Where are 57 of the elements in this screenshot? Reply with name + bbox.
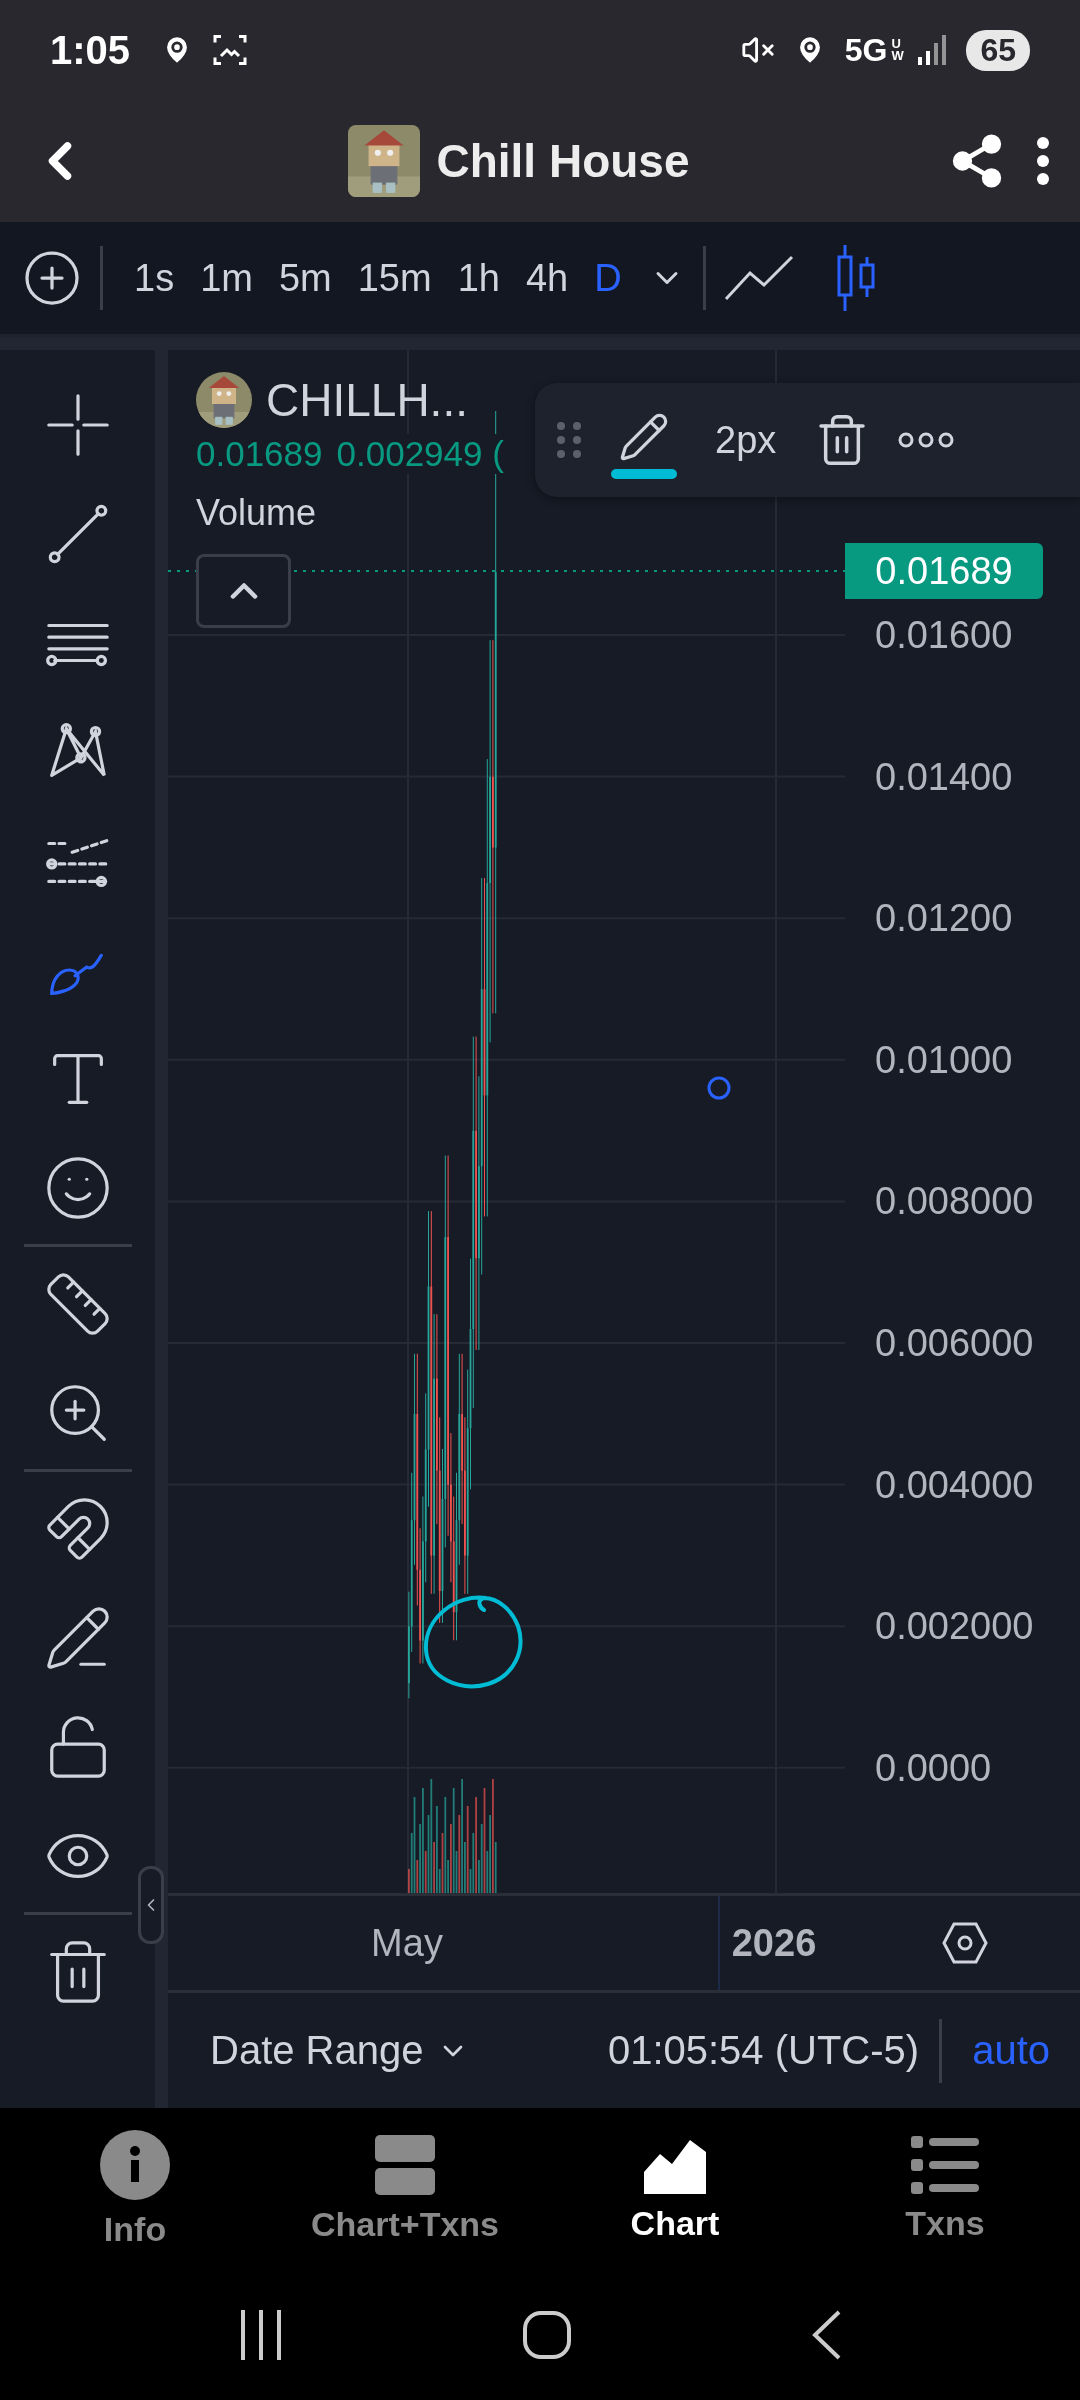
- timeframe-tab[interactable]: 1m: [187, 256, 266, 300]
- timeframe-tab[interactable]: 15m: [344, 256, 445, 300]
- token-title: Chill House: [436, 134, 690, 188]
- recent-apps-icon[interactable]: [239, 2310, 284, 2360]
- list-icon: [911, 2135, 979, 2194]
- more-options-button[interactable]: [898, 432, 955, 448]
- price-axis-label: 0.0000: [875, 1746, 992, 1790]
- timeframe-tab[interactable]: 1h: [444, 256, 513, 300]
- price-axis-label: 0.01600: [875, 613, 1013, 657]
- drag-handle-icon: [555, 420, 583, 460]
- collapse-legend-button[interactable]: [196, 554, 291, 628]
- home-icon[interactable]: [522, 2310, 572, 2360]
- collapse-sidebar-handle[interactable]: [138, 1866, 164, 1944]
- more-icon: [1036, 136, 1050, 186]
- nav-tab[interactable]: Info: [0, 2108, 270, 2270]
- more-button[interactable]: [1036, 136, 1050, 186]
- chart-type-button[interactable]: [723, 253, 794, 303]
- timeframe-tab[interactable]: 5m: [265, 256, 345, 300]
- clock-label: 01:05:54 (UTC-5): [607, 2028, 920, 2073]
- battery-level: 65: [966, 29, 1030, 71]
- signal-icon: [918, 35, 949, 65]
- more-icon: [898, 432, 955, 448]
- line-chart-icon: [723, 253, 794, 303]
- status-time: 1:05: [50, 27, 131, 73]
- date-range-dropdown[interactable]: Date Range: [210, 2028, 470, 2073]
- legend-value: 0.002949 (: [336, 434, 504, 474]
- split-view-icon: [375, 2134, 435, 2195]
- back-icon[interactable]: [810, 2310, 841, 2360]
- network-type: 5G: [844, 31, 888, 69]
- price-axis-label: 0.004000: [875, 1463, 1034, 1507]
- price-axis-label: 0.008000: [875, 1179, 1034, 1223]
- timeframe-tab[interactable]: 1s: [121, 256, 188, 300]
- plus-icon: [22, 248, 82, 308]
- auto-scale-button[interactable]: auto: [962, 2028, 1060, 2073]
- price-axis-label: 0.006000: [875, 1321, 1034, 1365]
- line-width-button[interactable]: 2px: [705, 418, 787, 462]
- timeframe-tab[interactable]: 4h: [512, 256, 582, 300]
- anchor-point[interactable]: [707, 1076, 731, 1100]
- price-axis-label: 0.01200: [875, 896, 1013, 940]
- volume-label: Volume: [196, 492, 318, 534]
- symbol-label: CHILLH...: [266, 373, 468, 427]
- info-icon: [100, 2129, 170, 2200]
- nav-tab[interactable]: Chart: [540, 2108, 810, 2270]
- add-indicator-button[interactable]: [22, 248, 82, 308]
- settings-icon[interactable]: [942, 1922, 988, 1964]
- price-axis-label: 0.01000: [875, 1038, 1013, 1082]
- time-axis-label: 2026: [731, 1921, 817, 1965]
- timeframe-tab[interactable]: D: [581, 256, 635, 300]
- selected-underline: [611, 469, 677, 479]
- pencil-icon: [618, 411, 670, 463]
- nav-tab[interactable]: Txns: [810, 2108, 1080, 2270]
- price-axis-label: 0.002000: [875, 1604, 1034, 1648]
- price-axis-label: 0.01400: [875, 755, 1013, 799]
- screenshot-icon: [212, 32, 249, 68]
- nav-tab[interactable]: Chart+Txns: [270, 2108, 540, 2270]
- time-axis-label: May: [371, 1921, 443, 1965]
- last-price-badge: 0.01689: [845, 543, 1043, 599]
